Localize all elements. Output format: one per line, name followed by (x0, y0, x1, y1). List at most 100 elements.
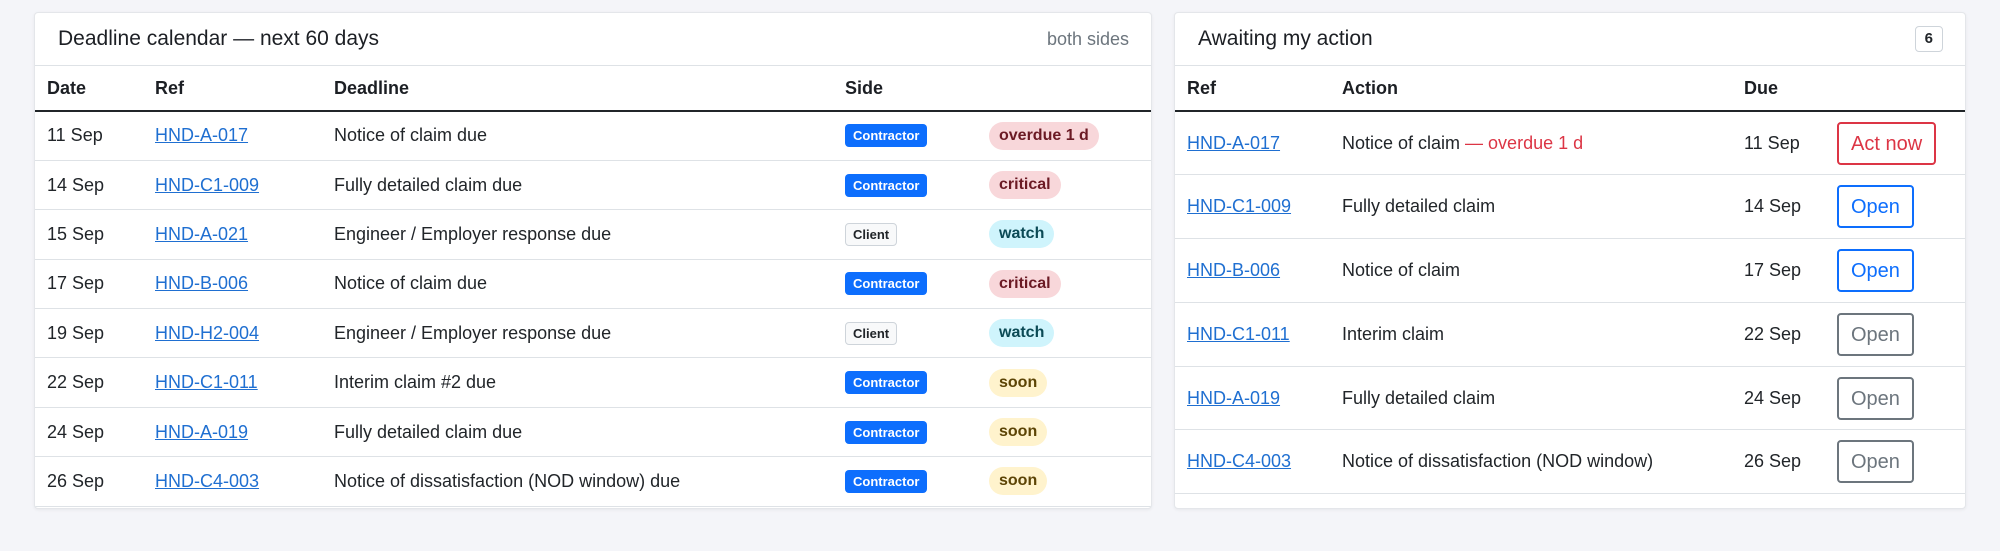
table-row: HND-B-006 Notice of claim 17 Sep Open (1175, 238, 1965, 303)
button-cell: Open (1825, 174, 1965, 240)
side-badge: Contractor (845, 272, 928, 296)
ref-cell: HND-H2-004 (143, 308, 322, 359)
open-button[interactable]: Open (1837, 248, 1914, 292)
status-badge: soon (989, 467, 1048, 496)
col-ref: Ref (143, 66, 322, 112)
status-badge: soon (989, 368, 1048, 397)
action-cell: Notice of claim (1330, 238, 1732, 303)
awaiting-action-card: Awaiting my action 6 Ref Action Due HND-… (1174, 12, 1966, 509)
table-row: 15 Sep HND-A-021 Engineer / Employer respo… (35, 209, 1151, 260)
open-button[interactable]: Open (1837, 185, 1914, 229)
ref-link[interactable]: HND-A-017 (155, 125, 248, 145)
ref-link[interactable]: HND-C1-009 (155, 175, 259, 195)
deadline-calendar-card: Deadline calendar — next 60 days both si… (34, 12, 1152, 509)
side-cell: Contractor (833, 259, 977, 310)
ref-cell: HND-A-019 (143, 407, 322, 458)
action-text: Interim claim (1342, 323, 1445, 344)
deadline-text: Notice of claim due (322, 259, 833, 310)
due-date: 14 Sep (1732, 174, 1825, 240)
deadline-text: Notice of dissatisfaction (NOD window) d… (322, 456, 833, 507)
table-row: 17 Sep HND-B-006 Notice of claim due Contra… (35, 259, 1151, 310)
ref-cell: HND-C1-009 (143, 160, 322, 211)
col-date: Date (35, 66, 143, 112)
status-cell: watch (977, 308, 1151, 359)
table-row: HND-C1-011 Interim claim 22 Sep Open (1175, 302, 1965, 367)
deadline-text: Engineer / Employer response due (322, 308, 833, 359)
table-row: 19 Sep HND-H2-004 Engineer / Employer resp… (35, 308, 1151, 359)
ref-cell: HND-C4-003 (143, 456, 322, 507)
side-cell: Client (833, 209, 977, 260)
side-cell: Contractor (833, 111, 977, 161)
side-badge: Contractor (845, 420, 928, 444)
ref-cell: HND-C1-011 (143, 357, 322, 408)
ref-cell: HND-A-017 (143, 111, 322, 161)
overdue-note: — overdue 1 d (1460, 132, 1584, 153)
ref-link[interactable]: HND-H2-004 (155, 323, 259, 343)
status-cell: critical (977, 160, 1151, 211)
ref-link[interactable]: HND-C1-011 (155, 372, 258, 392)
action-text: Notice of claim (1342, 259, 1461, 280)
open-button[interactable]: Open (1837, 440, 1914, 484)
status-cell: soon (977, 357, 1151, 408)
ref-link[interactable]: HND-C1-011 (1187, 324, 1290, 344)
table-row: HND-A-019 Fully detailed claim 24 Sep Open (1175, 366, 1965, 431)
col-deadline: Deadline (322, 66, 833, 112)
action-cell: Notice of claim — overdue 1 d (1330, 111, 1732, 176)
side-badge: Client (845, 222, 898, 246)
col-ref: Ref (1175, 66, 1330, 112)
status-cell: overdue 1 d (977, 111, 1151, 161)
side-cell: Contractor (833, 357, 977, 408)
ref-cell: HND-B-006 (1175, 238, 1330, 303)
status-cell: watch (977, 209, 1151, 260)
deadline-date: 14 Sep (35, 160, 143, 211)
ref-link[interactable]: HND-B-006 (155, 273, 248, 293)
action-text: Notice of claim (1342, 132, 1461, 153)
ref-link[interactable]: HND-C1-009 (1187, 196, 1291, 216)
button-cell: Open (1825, 366, 1965, 431)
status-badge: watch (989, 319, 1055, 348)
ref-link[interactable]: HND-A-021 (155, 224, 248, 244)
ref-cell: HND-B-006 (143, 259, 322, 310)
ref-link[interactable]: HND-C4-003 (155, 471, 259, 491)
deadline-text: Fully detailed claim due (322, 407, 833, 458)
action-count-badge: 6 (1914, 26, 1943, 52)
side-badge: Contractor (845, 173, 928, 197)
ref-link[interactable]: HND-A-019 (155, 422, 248, 442)
action-cell: Notice of dissatisfaction (NOD window) (1330, 429, 1732, 495)
open-button[interactable]: Open (1837, 376, 1914, 420)
deadline-text: Engineer / Employer response due (322, 209, 833, 260)
col-button (1825, 66, 1965, 112)
side-cell: Client (833, 308, 977, 359)
table-row: 14 Sep HND-C1-009 Fully detailed claim due… (35, 160, 1151, 211)
open-button[interactable]: Open (1837, 312, 1914, 356)
deadline-text: Fully detailed claim due (322, 160, 833, 211)
ref-link[interactable]: HND-B-006 (1187, 260, 1280, 280)
status-cell: critical (977, 259, 1151, 310)
table-row: HND-C1-009 Fully detailed claim 14 Sep Open (1175, 174, 1965, 240)
act-now-button[interactable]: Act now (1837, 121, 1937, 165)
action-text: Notice of dissatisfaction (NOD window) (1342, 451, 1654, 472)
status-badge: critical (989, 269, 1061, 298)
deadline-date: 26 Sep (35, 456, 143, 507)
ref-link[interactable]: HND-C4-003 (1187, 451, 1291, 471)
col-action: Action (1330, 66, 1732, 112)
deadline-date: 11 Sep (35, 111, 143, 161)
button-cell: Open (1825, 302, 1965, 367)
ref-cell: HND-A-021 (143, 209, 322, 260)
button-cell: Act now (1825, 111, 1965, 176)
status-cell: soon (977, 407, 1151, 458)
status-badge: soon (989, 418, 1048, 447)
action-table: Ref Action Due HND-A-017 Notice of claim … (1175, 66, 1965, 495)
col-due: Due (1732, 66, 1825, 112)
action-text: Fully detailed claim (1342, 196, 1496, 217)
deadline-card-header: Deadline calendar — next 60 days both si… (35, 13, 1151, 66)
status-badge: watch (989, 220, 1055, 249)
due-date: 22 Sep (1732, 302, 1825, 367)
button-cell: Open (1825, 429, 1965, 495)
side-cell: Contractor (833, 456, 977, 507)
status-cell: soon (977, 456, 1151, 507)
ref-link[interactable]: HND-A-019 (1187, 388, 1280, 408)
ref-link[interactable]: HND-A-017 (1187, 133, 1280, 153)
side-badge: Contractor (845, 371, 928, 395)
deadline-date: 22 Sep (35, 357, 143, 408)
